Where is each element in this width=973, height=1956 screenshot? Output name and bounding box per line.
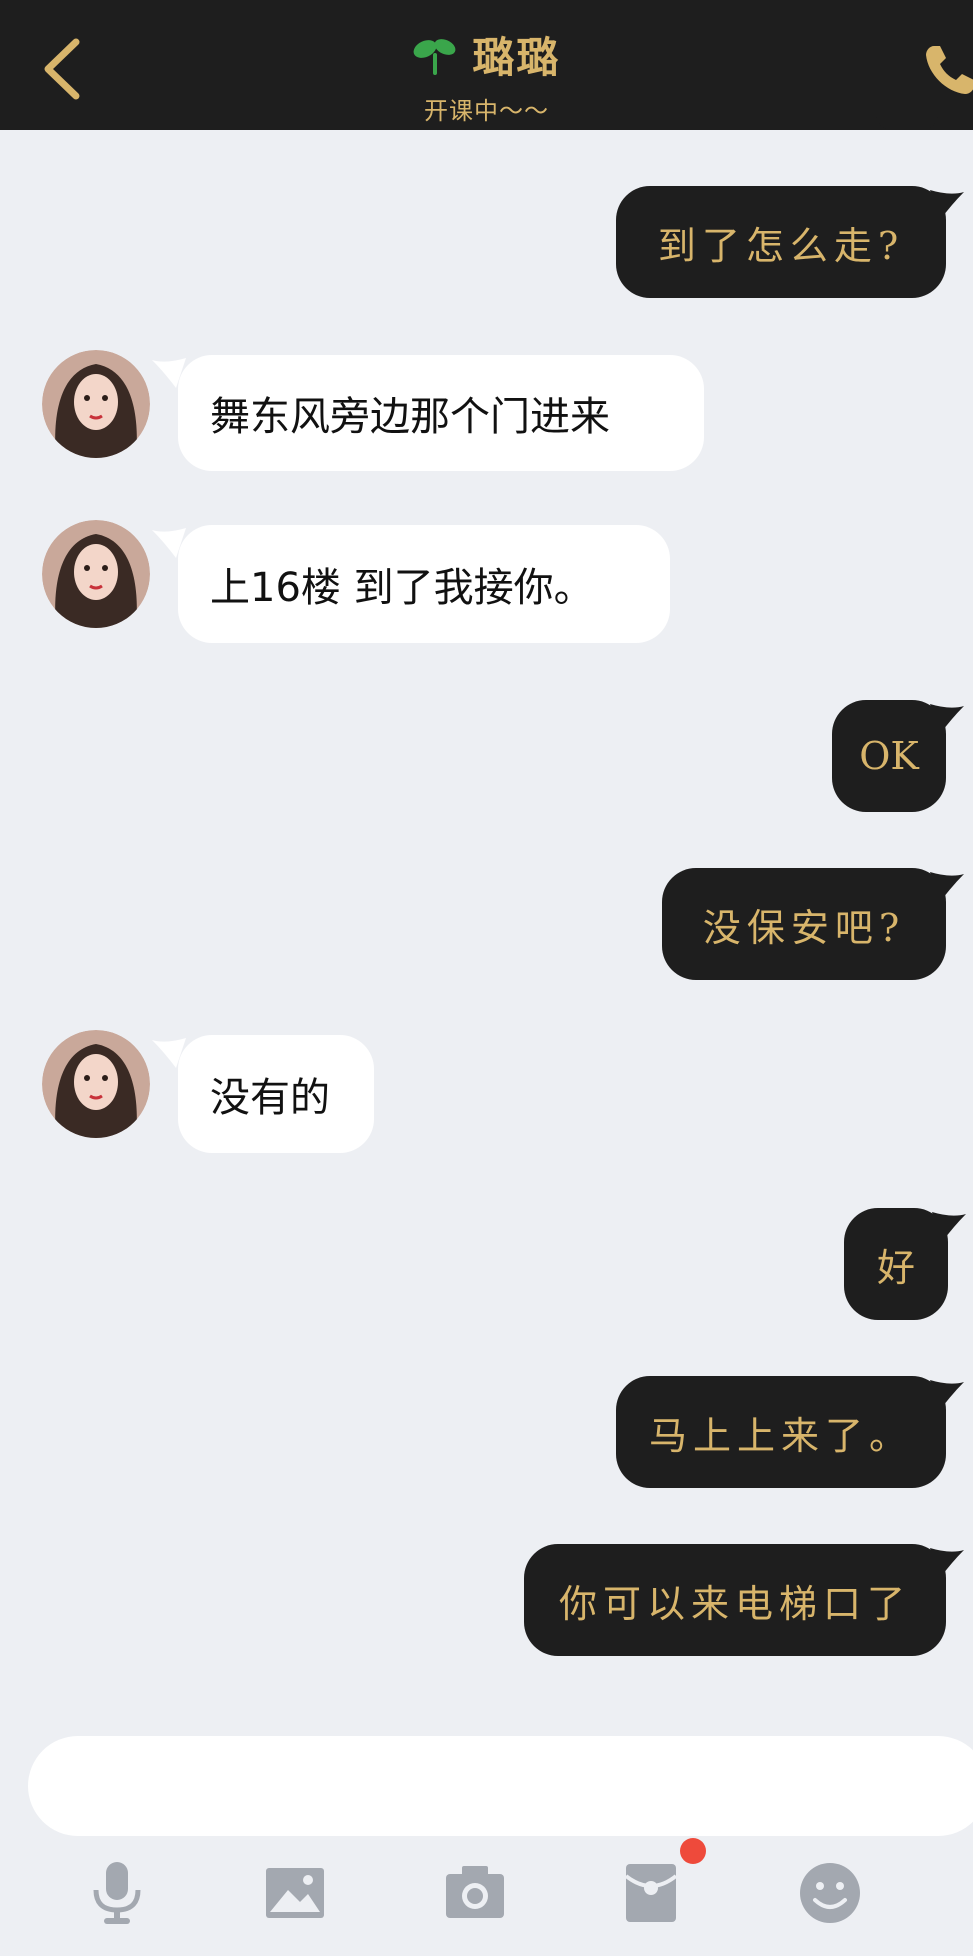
bubble-tail [932, 1212, 966, 1242]
message-text: OK [859, 734, 919, 778]
message-text: 没有的 [210, 1075, 330, 1121]
outgoing-message[interactable]: 你可以来电梯口了 [524, 1544, 946, 1656]
call-button[interactable] [920, 40, 973, 100]
bubble-tail [930, 190, 964, 220]
chat-header: 璐璐 开课中～～ [0, 0, 973, 130]
avatar[interactable] [42, 520, 150, 628]
message-text: 好 [876, 1245, 915, 1290]
sprout-icon [414, 38, 456, 75]
chat-subtitle: 开课中～～ [424, 97, 549, 125]
outgoing-message[interactable]: OK [832, 700, 946, 812]
incoming-message[interactable]: 上16楼 到了我接你。 [178, 525, 670, 643]
voice-button[interactable] [82, 1858, 152, 1928]
image-icon [266, 1868, 324, 1918]
microphone-icon [93, 1862, 141, 1924]
message-text: 到了怎么走? [657, 223, 905, 268]
outgoing-message[interactable]: 没保安吧? [662, 868, 946, 980]
previous-message-edge [876, 112, 938, 130]
notification-badge [680, 1838, 706, 1864]
incoming-message[interactable]: 没有的 [178, 1035, 374, 1153]
avatar[interactable] [42, 350, 150, 458]
emoji-icon [800, 1863, 860, 1923]
message-input[interactable] [28, 1736, 973, 1836]
image-button[interactable] [260, 1858, 330, 1928]
bubble-tail [930, 704, 964, 734]
chat-title-area: 璐璐 开课中～～ [0, 24, 973, 126]
message-text: 没保安吧? [702, 905, 906, 950]
message-text: 上16楼 到了我接你。 [210, 565, 594, 611]
bubble-tail [930, 872, 964, 902]
message-text: 马上上来了。 [648, 1413, 913, 1458]
bubble-tail [930, 1380, 964, 1410]
message-text: 舞东风旁边那个门进来 [210, 394, 610, 440]
red-packet-icon [624, 1864, 678, 1922]
bubble-tail [930, 1548, 964, 1578]
avatar[interactable] [42, 1030, 150, 1138]
camera-icon [446, 1866, 504, 1918]
camera-button[interactable] [440, 1858, 510, 1928]
message-text: 你可以来电梯口了 [558, 1581, 911, 1626]
incoming-message[interactable]: 舞东风旁边那个门进来 [178, 355, 704, 471]
avatar-image [42, 520, 150, 628]
outgoing-message[interactable]: 马上上来了。 [616, 1376, 946, 1488]
emoji-button[interactable] [795, 1858, 865, 1928]
phone-icon [926, 46, 973, 94]
avatar-image [42, 1030, 150, 1138]
outgoing-message[interactable]: 到了怎么走? [616, 186, 946, 298]
avatar-image [42, 350, 150, 458]
red-packet-button[interactable] [616, 1858, 686, 1928]
chat-title: 璐璐 [472, 33, 561, 82]
